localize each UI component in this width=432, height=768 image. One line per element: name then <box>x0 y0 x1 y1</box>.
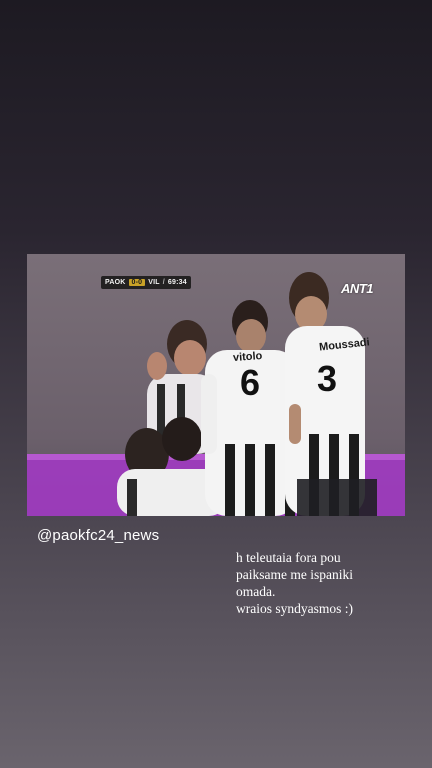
home-team-code: PAOK <box>105 279 126 286</box>
scoreboard-separator: / <box>162 279 165 286</box>
caption-line: wraios syndyasmos :) <box>236 601 353 616</box>
player-number-center: 6 <box>240 362 261 403</box>
video-sticker[interactable]: PAOK 0-0 VIL / 69:34 ANT1 vitolo 6 Mouss… <box>27 254 405 516</box>
caption-text: h teleutaia fora pou paiksame me ispanik… <box>236 549 406 617</box>
caption-line: paiksame me ispaniki <box>236 567 353 582</box>
match-score: 0-0 <box>128 279 146 286</box>
caption-line: h teleutaia fora pou <box>236 550 341 565</box>
caption-line: omada. <box>236 584 276 599</box>
away-team-code: VIL <box>148 279 160 286</box>
mention-sticker[interactable]: @paokfc24_news <box>37 527 159 544</box>
player-number-right: 3 <box>317 358 338 399</box>
match-clock: 69:34 <box>167 279 187 286</box>
tv-channel-logo: ANT1 <box>341 281 373 296</box>
scoreboard-overlay: PAOK 0-0 VIL / 69:34 <box>101 276 191 289</box>
story-canvas: PAOK 0-0 VIL / 69:34 ANT1 vitolo 6 Mouss… <box>0 0 432 768</box>
